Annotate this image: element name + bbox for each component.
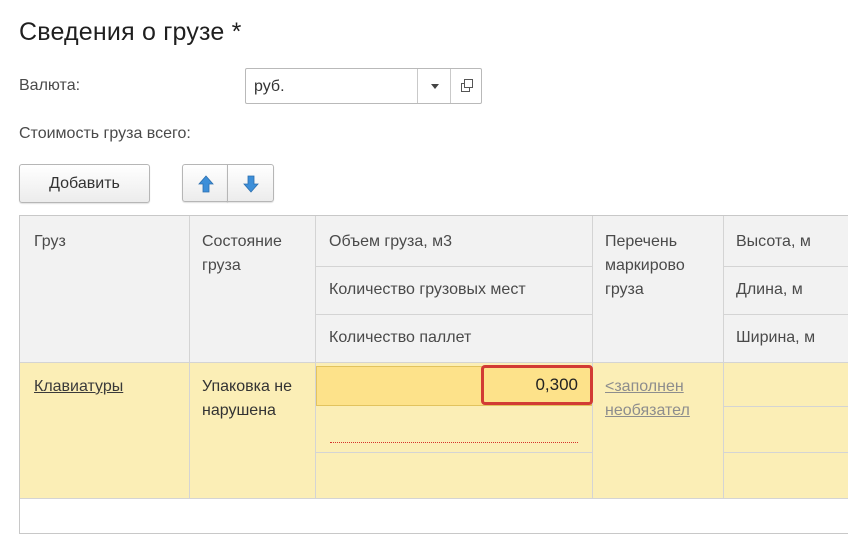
header-marking[interactable]: Перечень маркирово груза: [605, 230, 717, 302]
page-title: Сведения о грузе *: [19, 18, 242, 46]
add-button[interactable]: Добавить: [19, 164, 150, 203]
header-volume[interactable]: Объем груза, м3: [329, 230, 452, 254]
header-state[interactable]: Состояние груза: [202, 230, 312, 278]
cell-cargo-link[interactable]: Клавиатуры: [34, 375, 123, 399]
header-places[interactable]: Количество грузовых мест: [329, 278, 526, 302]
validation-underline: [330, 442, 578, 443]
header-cargo[interactable]: Груз: [34, 230, 66, 254]
arrow-down-icon: [243, 175, 259, 193]
currency-value[interactable]: руб.: [254, 78, 285, 96]
total-cost-label: Стоимость груза всего:: [19, 125, 191, 142]
volume-value[interactable]: 0,300: [481, 365, 593, 405]
header-width[interactable]: Ширина, м: [736, 326, 815, 350]
volume-input[interactable]: 0,300: [316, 365, 593, 406]
arrow-up-icon: [198, 175, 214, 193]
currency-label: Валюта:: [19, 77, 81, 94]
move-down-button[interactable]: [227, 164, 274, 202]
cell-marking-link[interactable]: <заполнен необязател: [605, 375, 720, 425]
header-pallets[interactable]: Количество паллет: [329, 326, 471, 350]
cargo-table: Груз Состояние груза Объем груза, м3 Кол…: [19, 215, 848, 534]
header-height[interactable]: Высота, м: [736, 230, 811, 254]
chevron-down-icon[interactable]: [417, 69, 451, 103]
cell-state[interactable]: Упаковка не нарушена: [202, 375, 302, 423]
open-form-icon[interactable]: [450, 69, 482, 103]
currency-field[interactable]: руб.: [245, 68, 482, 104]
header-length[interactable]: Длина, м: [736, 278, 803, 302]
move-up-button[interactable]: [182, 164, 228, 202]
